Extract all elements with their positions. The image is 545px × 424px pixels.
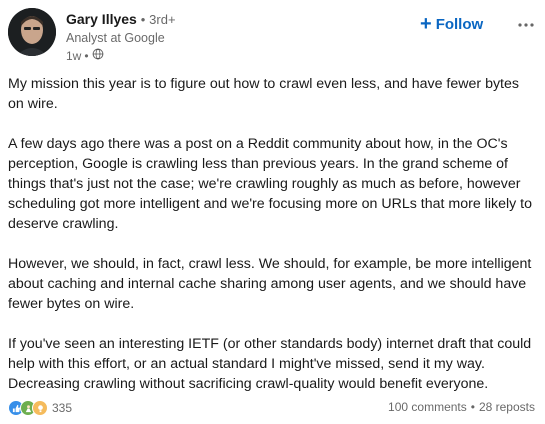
time-separator: • — [84, 48, 89, 63]
more-options-button[interactable] — [514, 12, 538, 36]
post-paragraph: My mission this year is to figure out ho… — [8, 76, 519, 112]
post-body: My mission this year is to figure out ho… — [8, 74, 535, 414]
globe-icon — [92, 48, 104, 63]
follow-label: Follow — [435, 15, 484, 33]
post-header: Gary Illyes • 3rd+ Analyst at Google 1w … — [8, 8, 538, 64]
connection-degree: 3rd+ — [149, 12, 176, 27]
social-counts: 335 100 comments • 28 reposts — [8, 400, 535, 418]
reposts-count[interactable]: 28 reposts — [479, 400, 535, 414]
reactions-summary[interactable]: 335 — [8, 400, 72, 416]
comments-count[interactable]: 100 comments — [388, 400, 467, 414]
degree-separator: • — [140, 12, 146, 27]
post-time: 1w • — [66, 48, 104, 63]
author-name[interactable]: Gary Illyes — [66, 11, 137, 27]
more-dots-icon — [518, 15, 534, 33]
post-paragraph: However, we should, in fact, crawl less.… — [8, 256, 532, 312]
author-headline: Analyst at Google — [66, 31, 165, 45]
engagement-stats: 100 comments • 28 reposts — [388, 400, 535, 414]
post-age: 1w — [66, 48, 82, 63]
post-paragraph: If you've seen an interesting IETF (or o… — [8, 336, 532, 392]
author-line: Gary Illyes • 3rd+ — [66, 10, 176, 29]
avatar[interactable] — [8, 8, 56, 56]
post-paragraph: A few days ago there was a post on a Red… — [8, 136, 532, 232]
follow-button[interactable]: + Follow — [420, 12, 483, 36]
reaction-count: 335 — [52, 401, 73, 415]
insightful-icon — [32, 400, 48, 416]
stats-separator: • — [470, 400, 475, 414]
plus-icon: + — [420, 13, 432, 35]
